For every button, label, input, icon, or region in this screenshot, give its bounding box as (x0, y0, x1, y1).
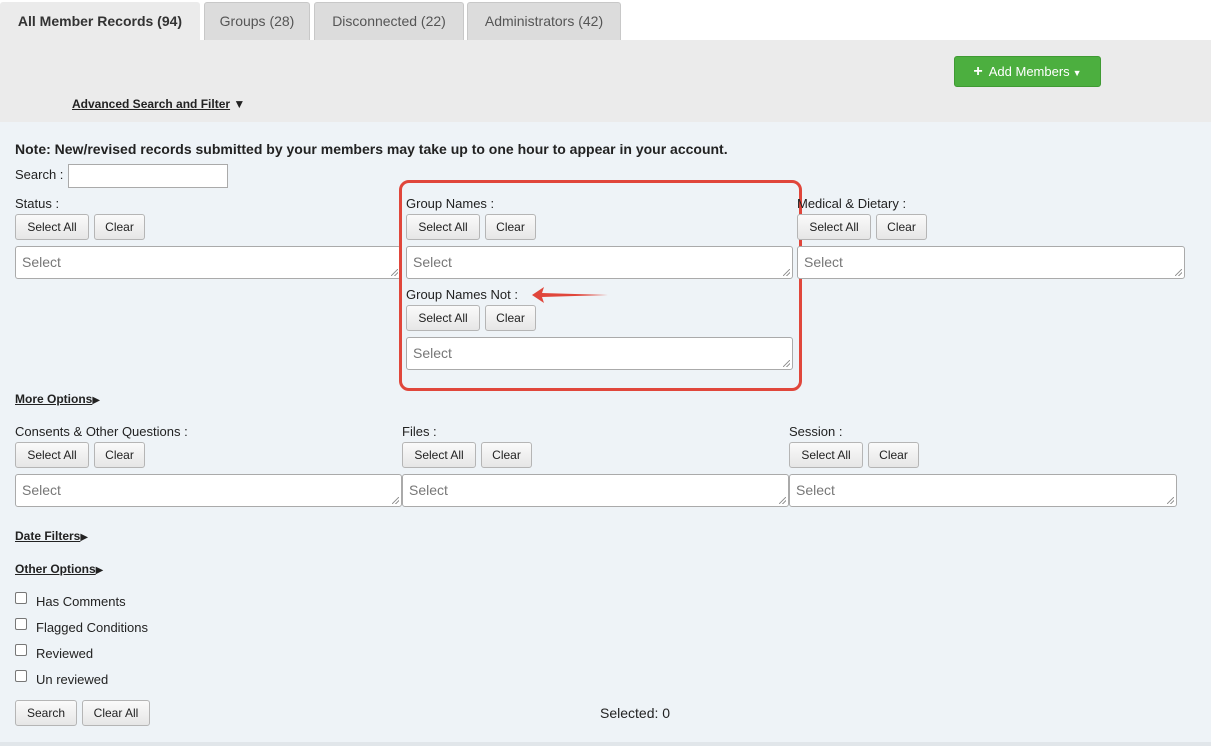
files-select[interactable]: Select (402, 474, 789, 507)
plus-icon: + (973, 63, 983, 80)
unreviewed-checkbox[interactable] (15, 670, 27, 682)
session-label: Session : (789, 424, 843, 439)
medical-dietary-select-all-button[interactable]: Select All (797, 214, 871, 240)
tab-bar: All Member Records (94) Groups (28) Disc… (0, 0, 1211, 40)
status-label: Status : (15, 196, 60, 211)
add-members-button[interactable]: + Add Members ▼ (954, 56, 1101, 87)
other-options-toggle[interactable]: Other Options▶ (15, 561, 103, 576)
flagged-conditions-checkbox[interactable] (15, 618, 27, 630)
caret-down-icon: ▼ (1072, 68, 1082, 78)
unreviewed-label: Un reviewed (36, 672, 109, 687)
search-label: Search : (15, 167, 64, 182)
files-select-placeholder: Select (409, 482, 448, 498)
tab-groups[interactable]: Groups (28) (204, 2, 310, 40)
tab-all-member-records[interactable]: All Member Records (94) (0, 2, 200, 40)
reviewed-label: Reviewed (36, 646, 94, 661)
selected-count: Selected: 0 (600, 705, 671, 721)
session-select-all-button[interactable]: Select All (789, 442, 863, 468)
consents-select-placeholder: Select (22, 482, 61, 498)
consents-clear-button[interactable]: Clear (94, 442, 145, 468)
triangle-right-icon: ▶ (95, 565, 104, 576)
triangle-down-icon: ▼ (233, 97, 246, 111)
search-input[interactable] (68, 164, 228, 188)
medical-dietary-select-placeholder: Select (804, 254, 843, 270)
advanced-search-toggle[interactable]: Advanced Search and Filter ▼ (72, 97, 245, 111)
consents-select[interactable]: Select (15, 474, 402, 507)
consents-select-all-button[interactable]: Select All (15, 442, 89, 468)
resize-grip-icon[interactable] (1175, 269, 1182, 276)
status-select[interactable]: Select (15, 246, 401, 279)
triangle-right-icon: ▶ (80, 532, 89, 543)
session-select[interactable]: Select (789, 474, 1177, 507)
session-select-placeholder: Select (796, 482, 835, 498)
medical-dietary-label: Medical & Dietary : (797, 196, 907, 211)
add-members-label: Add Members (988, 64, 1070, 79)
more-options-link[interactable]: More Options (15, 392, 92, 406)
consents-label: Consents & Other Questions : (15, 424, 188, 439)
resize-grip-icon[interactable] (1167, 497, 1174, 504)
other-options-link[interactable]: Other Options (15, 562, 96, 576)
has-comments-label: Has Comments (36, 594, 126, 609)
resize-grip-icon[interactable] (779, 497, 786, 504)
tab-administrators[interactable]: Administrators (42) (467, 2, 621, 40)
info-note: Note: New/revised records submitted by y… (15, 141, 728, 157)
medical-dietary-select[interactable]: Select (797, 246, 1185, 279)
session-clear-button[interactable]: Clear (868, 442, 919, 468)
status-select-placeholder: Select (22, 254, 61, 270)
files-label: Files : (402, 424, 437, 439)
status-clear-button[interactable]: Clear (94, 214, 145, 240)
more-options-toggle[interactable]: More Options▶ (15, 391, 100, 406)
flagged-conditions-label: Flagged Conditions (36, 620, 149, 635)
bottom-divider (0, 742, 1211, 746)
resize-grip-icon[interactable] (392, 497, 399, 504)
has-comments-checkbox[interactable] (15, 592, 27, 604)
status-select-all-button[interactable]: Select All (15, 214, 89, 240)
resize-grip-icon[interactable] (391, 269, 398, 276)
files-clear-button[interactable]: Clear (481, 442, 532, 468)
medical-dietary-clear-button[interactable]: Clear (876, 214, 927, 240)
advanced-search-label[interactable]: Advanced Search and Filter (72, 97, 230, 111)
triangle-right-icon: ▶ (92, 395, 101, 406)
files-select-all-button[interactable]: Select All (402, 442, 476, 468)
clear-all-button[interactable]: Clear All (82, 700, 150, 726)
date-filters-link[interactable]: Date Filters (15, 529, 80, 543)
annotation-highlight-box (399, 180, 802, 391)
date-filters-toggle[interactable]: Date Filters▶ (15, 528, 88, 543)
reviewed-checkbox[interactable] (15, 644, 27, 656)
tab-disconnected[interactable]: Disconnected (22) (314, 2, 464, 40)
search-button[interactable]: Search (15, 700, 77, 726)
